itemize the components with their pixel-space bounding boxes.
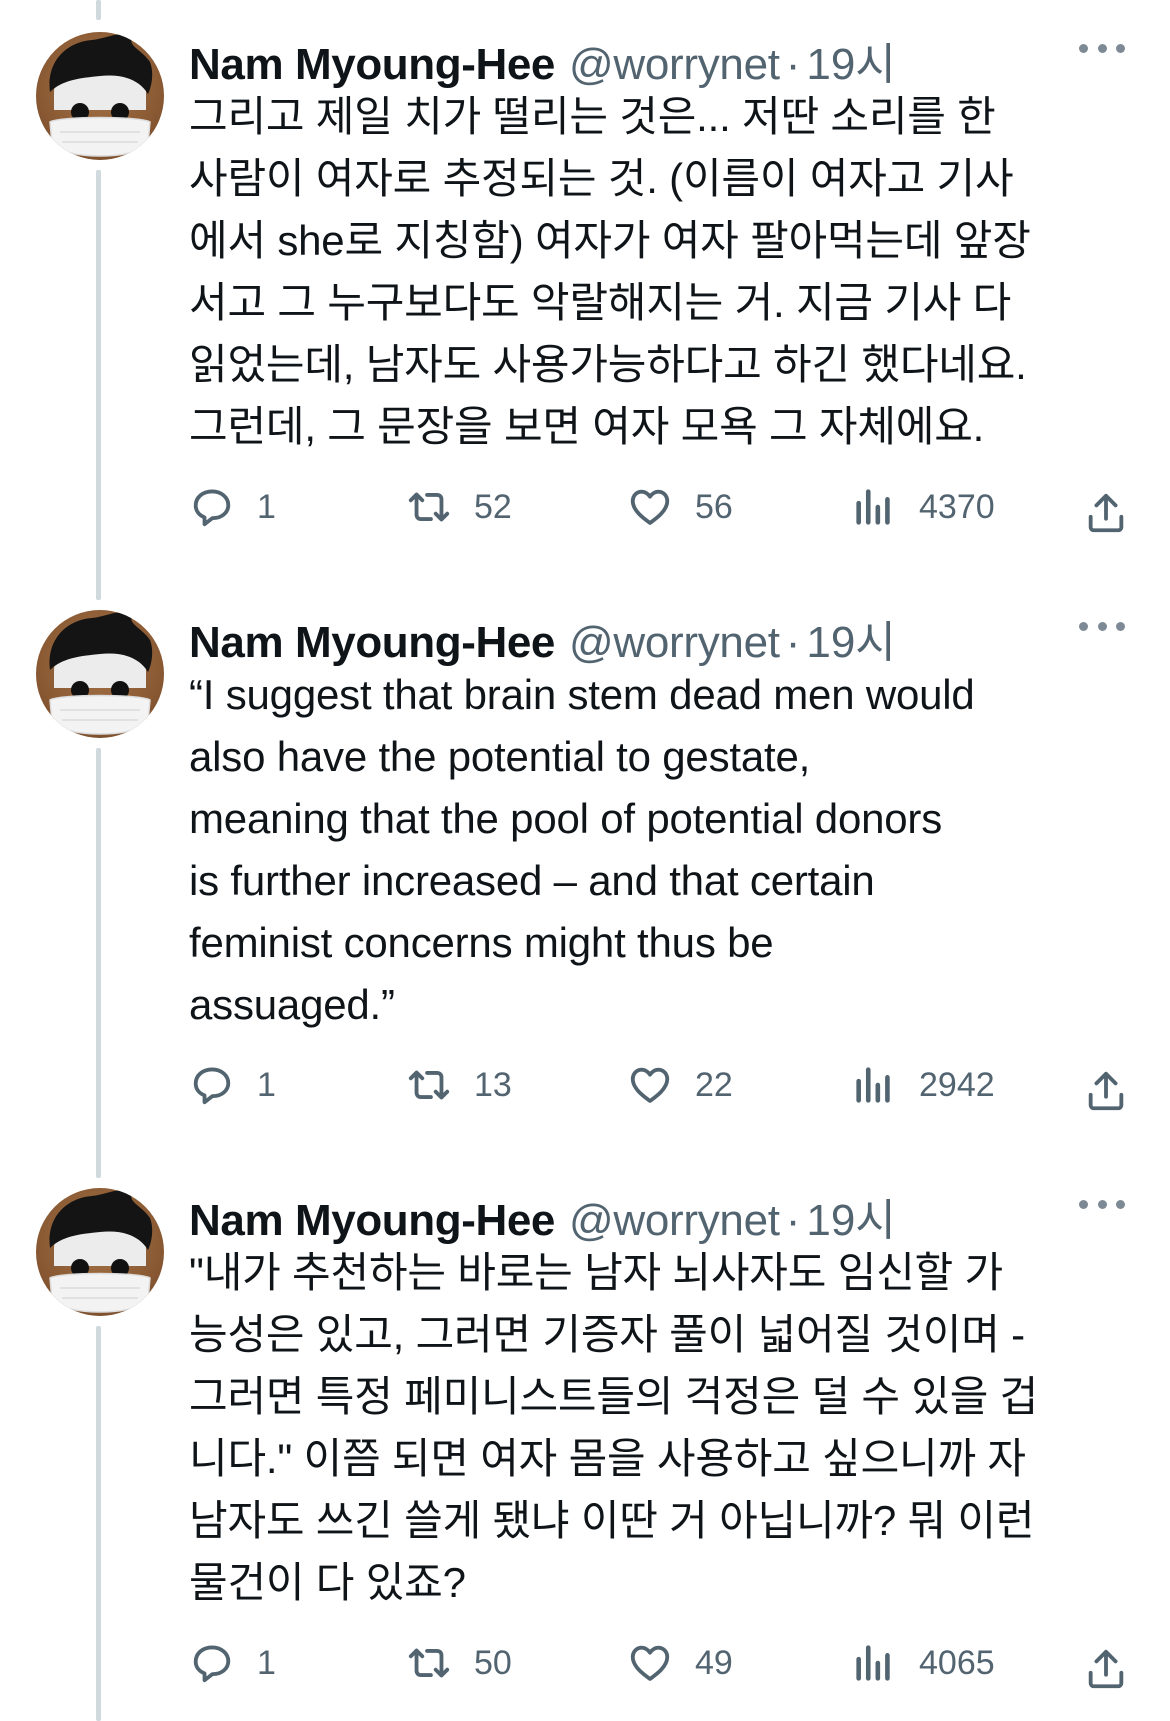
tweet-actions: 1 50 49 4065 — [189, 1633, 1129, 1693]
retweet-icon — [408, 1070, 450, 1100]
tweet-text: "내가 추천하는 바로는 남자 뇌사자도 임신할 가 능성은 있고, 그러면 기… — [189, 1249, 1039, 1606]
separator-dot: · — [785, 40, 801, 89]
like-button[interactable]: 56 — [627, 477, 733, 537]
like-count: 22 — [695, 1065, 733, 1104]
tweet-time[interactable]: 19시 — [806, 1184, 895, 1248]
share-icon — [1088, 1071, 1124, 1111]
share-button[interactable] — [1083, 1639, 1129, 1699]
tweet-time[interactable]: 19시 — [806, 28, 895, 92]
reply-count: 1 — [257, 487, 276, 526]
tweet-actions: 1 52 56 4370 — [189, 477, 1129, 537]
tweet-header: Nam Myoung-Hee @worrynet · 19시 — [189, 606, 896, 667]
author-handle[interactable]: @worrynet — [569, 40, 780, 90]
more-icon[interactable] — [1079, 38, 1125, 58]
views-button[interactable]: 4065 — [851, 1633, 995, 1693]
reply-count: 1 — [257, 1065, 276, 1104]
tweet-text: “I suggest that brain stem dead men woul… — [189, 671, 975, 1028]
like-icon — [630, 1645, 670, 1681]
tweet-header: Nam Myoung-Hee @worrynet · 19시 — [189, 1184, 896, 1245]
tweet[interactable]: Nam Myoung-Hee @worrynet · 19시 “I sugges… — [0, 578, 1170, 1156]
separator-dot: · — [785, 1196, 801, 1245]
tweet-header: Nam Myoung-Hee @worrynet · 19시 — [189, 28, 896, 89]
views-count: 2942 — [919, 1065, 995, 1104]
tweet-actions: 1 13 22 2942 — [189, 1055, 1129, 1115]
like-button[interactable]: 49 — [627, 1633, 733, 1693]
like-icon — [630, 1067, 670, 1103]
like-icon — [630, 489, 670, 525]
tweet[interactable]: Nam Myoung-Hee @worrynet · 19시 "내가 추천하는 … — [0, 1156, 1170, 1721]
retweet-button[interactable]: 52 — [406, 477, 512, 537]
tweet-time[interactable]: 19시 — [806, 606, 895, 670]
views-button[interactable]: 2942 — [851, 1055, 995, 1115]
reply-button[interactable]: 1 — [189, 1055, 276, 1115]
retweet-icon — [408, 1648, 450, 1678]
author-name[interactable]: Nam Myoung-Hee — [189, 618, 555, 668]
separator-dot: · — [785, 618, 801, 667]
views-count: 4370 — [919, 487, 995, 526]
author-name[interactable]: Nam Myoung-Hee — [189, 40, 555, 90]
retweet-button[interactable]: 13 — [406, 1055, 512, 1115]
tweet-text: 그리고 제일 치가 떨리는 것은... 저딴 소리를 한 사람이 여자로 추정되… — [189, 93, 1031, 450]
reply-icon — [193, 489, 231, 527]
avatar[interactable] — [36, 1188, 164, 1316]
share-button[interactable] — [1083, 483, 1129, 543]
reply-count: 1 — [257, 1643, 276, 1682]
reply-icon — [193, 1645, 231, 1683]
like-button[interactable]: 22 — [627, 1055, 733, 1115]
retweet-count: 52 — [474, 487, 512, 526]
retweet-button[interactable]: 50 — [406, 1633, 512, 1693]
share-icon — [1088, 1649, 1124, 1689]
more-icon[interactable] — [1079, 1194, 1125, 1214]
views-button[interactable]: 4370 — [851, 477, 995, 537]
retweet-count: 13 — [474, 1065, 512, 1104]
retweet-count: 50 — [474, 1643, 512, 1682]
reply-icon — [193, 1067, 231, 1105]
reply-button[interactable]: 1 — [189, 477, 276, 537]
views-count: 4065 — [919, 1643, 995, 1682]
like-count: 56 — [695, 487, 733, 526]
views-icon — [856, 1067, 890, 1103]
author-handle[interactable]: @worrynet — [569, 1196, 780, 1246]
like-count: 49 — [695, 1643, 733, 1682]
avatar[interactable] — [36, 32, 164, 160]
views-icon — [856, 1645, 890, 1681]
author-handle[interactable]: @worrynet — [569, 618, 780, 668]
more-icon[interactable] — [1079, 616, 1125, 636]
avatar[interactable] — [36, 610, 164, 738]
share-icon — [1088, 493, 1124, 533]
views-icon — [856, 489, 890, 525]
retweet-icon — [408, 492, 450, 522]
share-button[interactable] — [1083, 1061, 1129, 1121]
tweet[interactable]: Nam Myoung-Hee @worrynet · 19시 그리고 제일 치가… — [0, 0, 1170, 578]
author-name[interactable]: Nam Myoung-Hee — [189, 1196, 555, 1246]
reply-button[interactable]: 1 — [189, 1633, 276, 1693]
